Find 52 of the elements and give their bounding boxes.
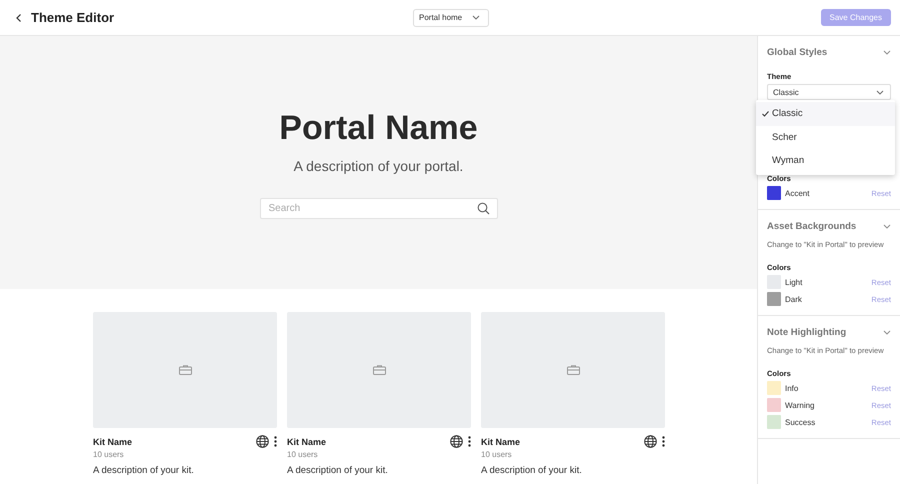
color-swatch[interactable] [767,186,781,200]
check-icon [762,110,769,117]
kit-description: A description of your kit. [93,465,195,476]
page-title: Theme Editor [31,10,116,25]
kit-name: Kit Name [287,436,328,446]
color-swatch[interactable] [767,381,781,395]
kit-thumbnail[interactable] [93,312,277,428]
search-input[interactable]: Search [266,202,476,215]
chevron-icon [883,330,891,335]
globe-icon[interactable] [256,435,269,448]
page-select[interactable]: Portal home [413,8,490,26]
kit-users: 10 users [481,450,513,459]
chevron-down-icon [876,90,884,94]
color-name: Info [785,384,800,392]
chevron-down-icon [472,15,480,20]
color-swatch[interactable] [767,415,781,429]
more-icon[interactable] [274,436,277,447]
briefcase-icon [372,365,386,375]
theme-option[interactable]: Scher [756,126,895,149]
globe-icon[interactable] [644,435,657,448]
globe-icon[interactable] [450,435,463,448]
color-name: Warning [785,400,816,410]
chevron-icon [883,224,891,229]
briefcase-icon [178,365,192,375]
color-name: Dark [785,294,803,304]
chevron-icon [883,50,891,55]
kit-users: 10 users [93,450,125,459]
color-swatch[interactable] [767,398,781,412]
kit-thumbnail[interactable] [287,312,471,428]
section-header[interactable]: Asset Backgrounds [767,221,891,232]
portal-description: A description of your portal. [294,158,464,174]
color-swatch[interactable] [767,292,781,306]
section-header[interactable]: Note Highlighting [767,327,891,338]
briefcase-icon [566,365,580,375]
theme-option[interactable]: Wyman [756,149,895,172]
kit-description: A description of your kit. [481,465,583,476]
color-name: Success [785,418,816,426]
color-name: Light [785,278,804,286]
kit-description: A description of your kit. [287,465,389,476]
more-icon[interactable] [662,436,665,447]
kit-name: Kit Name [93,436,134,446]
kit-name: Kit Name [481,436,522,446]
color-name: Accent [785,188,810,198]
portal-title: Portal Name [279,108,478,148]
theme-select[interactable]: Classic [767,84,891,100]
kit-thumbnail[interactable] [481,312,665,428]
search-icon [476,202,490,215]
search-bar[interactable]: Search [260,198,498,219]
section-header[interactable]: Global Styles [767,47,891,58]
theme-option[interactable]: Classic [756,102,895,126]
more-icon[interactable] [468,436,471,447]
kit-users: 10 users [287,450,319,459]
